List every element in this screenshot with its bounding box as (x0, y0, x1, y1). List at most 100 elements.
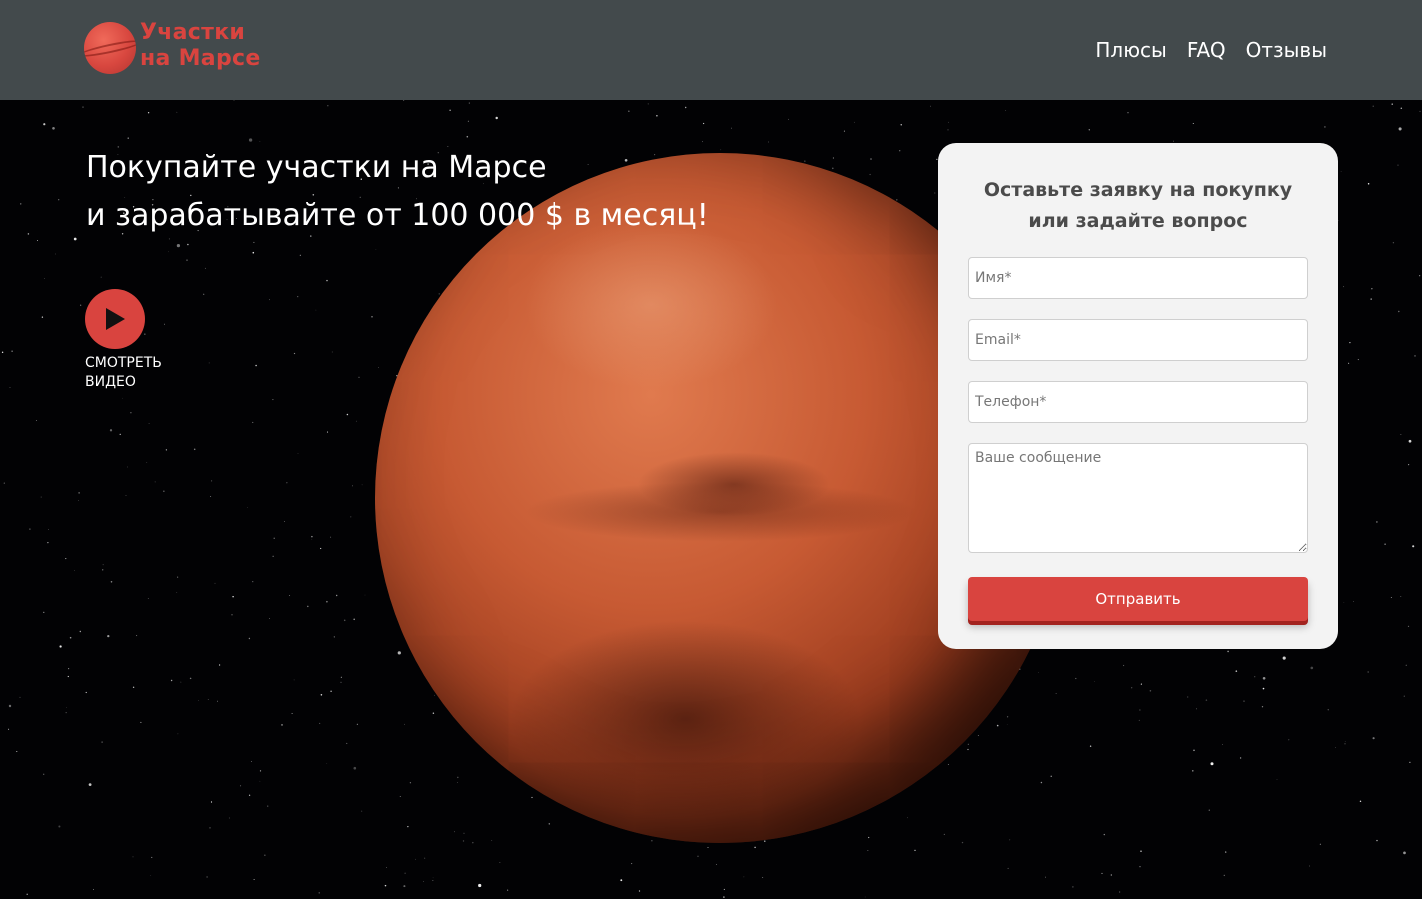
star (361, 484, 363, 486)
star (404, 872, 406, 874)
star (315, 309, 317, 311)
star (1391, 103, 1393, 105)
star (870, 158, 872, 160)
star (1192, 122, 1194, 125)
star (1282, 656, 1286, 660)
star (52, 126, 55, 130)
star (1262, 687, 1265, 690)
star (253, 241, 255, 243)
star (1372, 105, 1374, 107)
star (180, 681, 182, 683)
star (1409, 761, 1411, 764)
message-field[interactable] (968, 443, 1308, 553)
star (900, 124, 902, 126)
play-button-circle[interactable] (85, 289, 145, 349)
star (284, 521, 285, 522)
email-field[interactable] (968, 319, 1308, 361)
nav-link-reviews[interactable]: Отзывы (1246, 36, 1327, 64)
star (423, 881, 424, 882)
star (472, 841, 474, 844)
star (1408, 464, 1410, 466)
logo[interactable]: Участки на Марсе (84, 20, 261, 74)
star (1398, 127, 1402, 131)
star (168, 251, 169, 253)
star (463, 832, 465, 834)
star (449, 109, 451, 111)
star (297, 296, 299, 298)
star (1239, 757, 1242, 759)
star (375, 249, 377, 250)
star (1139, 709, 1141, 711)
star (150, 875, 152, 876)
star (478, 883, 482, 888)
star (27, 233, 30, 235)
request-form: Оставьте заявку на покупку или задайте в… (938, 143, 1338, 649)
star (1222, 744, 1223, 745)
star (1384, 543, 1386, 545)
nav-link-faq[interactable]: FAQ (1187, 36, 1226, 64)
star (764, 840, 766, 842)
star (967, 743, 969, 745)
star (491, 840, 493, 841)
star (210, 496, 212, 497)
star (273, 537, 275, 539)
star (231, 614, 233, 616)
star (107, 634, 110, 638)
star (499, 862, 501, 864)
star (259, 770, 262, 772)
phone-field[interactable] (968, 381, 1308, 423)
nav-link-pluses[interactable]: Плюсы (1095, 36, 1166, 64)
star (948, 121, 949, 123)
star (1371, 288, 1373, 290)
star (1403, 851, 1406, 855)
star (26, 893, 28, 896)
star (1193, 749, 1195, 752)
star (384, 884, 387, 887)
submit-button[interactable]: Отправить (968, 577, 1308, 621)
star (1110, 874, 1112, 876)
name-field[interactable] (968, 257, 1308, 299)
star (1419, 110, 1421, 112)
star (210, 801, 213, 803)
watch-video-label[interactable]: Смотреть видео (85, 354, 162, 392)
star (1119, 891, 1121, 893)
star (267, 805, 269, 807)
star (930, 105, 931, 107)
star (207, 699, 209, 700)
star (320, 547, 322, 550)
star (1408, 439, 1412, 443)
star (136, 635, 138, 637)
star (409, 782, 412, 784)
star (1, 351, 4, 354)
star (299, 254, 301, 256)
star (318, 892, 320, 894)
star (58, 825, 61, 828)
star (176, 592, 178, 593)
star (346, 413, 349, 416)
star (868, 836, 870, 839)
star (1006, 716, 1009, 718)
star (720, 149, 722, 151)
watch-video-button[interactable]: Смотреть видео (85, 289, 162, 392)
star (631, 863, 633, 865)
star (402, 100, 405, 101)
star (731, 127, 732, 129)
star (1334, 747, 1336, 748)
star (1009, 839, 1011, 841)
star (176, 243, 181, 248)
star (214, 582, 216, 584)
star (620, 879, 623, 882)
star (1127, 112, 1129, 114)
star (248, 637, 251, 640)
star (1327, 709, 1329, 711)
star (101, 741, 103, 743)
star (1319, 843, 1321, 845)
star (127, 137, 129, 139)
star (59, 645, 62, 648)
star (531, 796, 533, 799)
star (707, 846, 709, 849)
star (1288, 739, 1290, 741)
star (548, 823, 551, 825)
star (264, 854, 266, 856)
star (943, 833, 945, 835)
